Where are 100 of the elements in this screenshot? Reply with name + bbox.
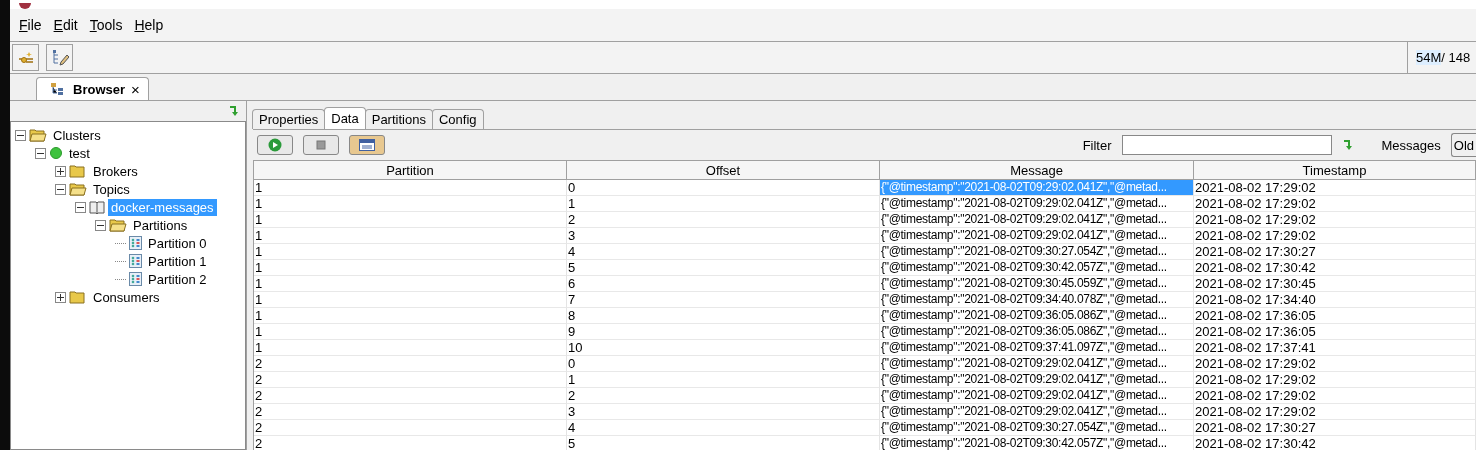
expand-toggle[interactable]	[55, 165, 66, 177]
table-cell: {"@timestamp":"2021-08-02T09:30:45.059Z","@metad...	[880, 276, 1194, 292]
book-icon	[89, 200, 105, 214]
open-folder-icon	[29, 128, 47, 142]
tree-item[interactable]: Partition 2	[145, 270, 210, 288]
refresh-arrow-icon[interactable]	[228, 105, 240, 117]
table-cell: 1	[254, 196, 567, 212]
window-icon	[359, 139, 375, 151]
folder-icon	[69, 164, 87, 178]
table-cell: 7	[567, 292, 880, 308]
browser-tab[interactable]: Browser ×	[36, 77, 149, 100]
menu-item[interactable]: Help	[131, 17, 173, 33]
connect-button[interactable]	[12, 44, 39, 71]
partition-icon	[129, 236, 142, 250]
table-cell: 2	[254, 420, 567, 436]
table-cell: 2021-08-02 17:30:27	[1194, 420, 1476, 436]
column-header[interactable]: Message	[880, 161, 1194, 180]
table-cell: {"@timestamp":"2021-08-02T09:29:02.041Z","@metad...	[880, 196, 1194, 212]
tab[interactable]: Data	[324, 107, 366, 129]
table-cell: {"@timestamp":"2021-08-02T09:36:05.086Z","@metad...	[880, 324, 1194, 340]
table-cell: 2	[567, 388, 880, 404]
tab[interactable]: Properties	[252, 109, 326, 129]
table-cell: 2	[254, 404, 567, 420]
table-cell: 6	[567, 276, 880, 292]
table-cell: 5	[567, 260, 880, 276]
plus-icon	[57, 167, 64, 175]
messages-dropdown[interactable]: Old	[1450, 133, 1476, 157]
menu-item[interactable]: File	[16, 17, 51, 33]
table-cell: 2021-08-02 17:29:02	[1194, 180, 1476, 196]
tree-item[interactable]: Partitions	[130, 216, 191, 234]
table-cell: 2021-08-02 17:29:02	[1194, 404, 1476, 420]
table-cell: 1	[254, 308, 567, 324]
tree-item[interactable]: Topics	[90, 180, 133, 198]
table-cell: {"@timestamp":"2021-08-02T09:29:02.041Z","@metad...	[880, 372, 1194, 388]
table-cell: {"@timestamp":"2021-08-02T09:30:42.057Z","@metad...	[880, 436, 1194, 450]
table-cell: 2	[254, 372, 567, 388]
menu-item[interactable]: Tools	[86, 17, 132, 33]
stop-button[interactable]	[303, 135, 339, 155]
expand-toggle[interactable]	[55, 291, 66, 303]
table-cell: {"@timestamp":"2021-08-02T09:29:02.041Z","@metad...	[880, 180, 1194, 196]
table-cell: 2021-08-02 17:29:02	[1194, 228, 1476, 244]
table-cell: 2021-08-02 17:34:40	[1194, 292, 1476, 308]
column-header[interactable]: Timestamp	[1194, 161, 1476, 180]
collapse-toggle[interactable]	[75, 201, 86, 213]
filter-field[interactable]	[1121, 135, 1332, 155]
table-cell: 2021-08-02 17:29:02	[1194, 388, 1476, 404]
play-button[interactable]	[257, 135, 293, 155]
table-cell: {"@timestamp":"2021-08-02T09:29:02.041Z","@metad...	[880, 388, 1194, 404]
memory-indicator: 54M/ 148	[1407, 42, 1476, 73]
open-folder-icon	[69, 182, 87, 196]
app-icon	[18, 3, 32, 9]
table-cell: {"@timestamp":"2021-08-02T09:30:27.054Z","@metad...	[880, 244, 1194, 260]
table-cell: 8	[567, 308, 880, 324]
table-cell: 2021-08-02 17:29:02	[1194, 196, 1476, 212]
table-cell: 1	[567, 196, 880, 212]
edit-tree-button[interactable]	[46, 44, 73, 71]
table-cell: 10	[567, 340, 880, 356]
menu-item[interactable]: Edit	[50, 17, 87, 33]
tree-item[interactable]: Partition 0	[145, 234, 210, 252]
column-header[interactable]: Partition	[254, 161, 567, 180]
tree-item[interactable]: Clusters	[50, 126, 104, 144]
table-cell: 0	[567, 180, 880, 196]
tree-item[interactable]: test	[66, 144, 93, 162]
table-cell: {"@timestamp":"2021-08-02T09:29:02.041Z","@metad...	[880, 228, 1194, 244]
status-dot-icon	[49, 146, 63, 160]
tree-item[interactable]: Brokers	[90, 162, 141, 180]
table-cell: 2021-08-02 17:30:27	[1194, 244, 1476, 260]
table-cell: {"@timestamp":"2021-08-02T09:37:41.097Z","@metad...	[880, 340, 1194, 356]
table-cell: 5	[567, 436, 880, 450]
collapse-toggle[interactable]	[95, 219, 106, 231]
collapse-toggle[interactable]	[15, 129, 26, 141]
table-cell: 1	[254, 228, 567, 244]
table-cell: 1	[254, 292, 567, 308]
table-cell: 1	[254, 276, 567, 292]
table-cell: {"@timestamp":"2021-08-02T09:29:02.041Z","@metad...	[880, 356, 1194, 372]
table-cell: 2021-08-02 17:36:05	[1194, 324, 1476, 340]
table-cell: 2	[254, 388, 567, 404]
table-cell: 1	[567, 372, 880, 388]
plus-icon	[57, 293, 64, 301]
close-icon[interactable]: ×	[131, 80, 140, 98]
stop-icon	[316, 140, 326, 150]
tree-item[interactable]: Consumers	[90, 288, 163, 306]
tree-pencil-icon	[50, 48, 69, 67]
column-header[interactable]: Offset	[567, 161, 880, 180]
tab[interactable]: Config	[431, 109, 484, 129]
collapse-toggle[interactable]	[35, 147, 46, 159]
apply-arrow-icon[interactable]	[1341, 139, 1354, 151]
table-cell: {"@timestamp":"2021-08-02T09:30:42.057Z","@metad...	[880, 260, 1194, 276]
table-cell: 2	[254, 356, 567, 372]
folder-icon	[69, 290, 87, 304]
view-button[interactable]	[349, 135, 385, 155]
table-cell: 4	[567, 244, 880, 260]
messages-label: Messages	[1381, 137, 1441, 153]
partition-icon	[129, 272, 142, 286]
table-cell: {"@timestamp":"2021-08-02T09:36:05.086Z","@metad...	[880, 308, 1194, 324]
table-cell: 3	[567, 404, 880, 420]
table-cell: 1	[254, 260, 567, 276]
tree-item[interactable]: Partition 1	[145, 252, 210, 270]
collapse-toggle[interactable]	[55, 183, 66, 195]
filter-label: Filter	[1082, 137, 1112, 153]
